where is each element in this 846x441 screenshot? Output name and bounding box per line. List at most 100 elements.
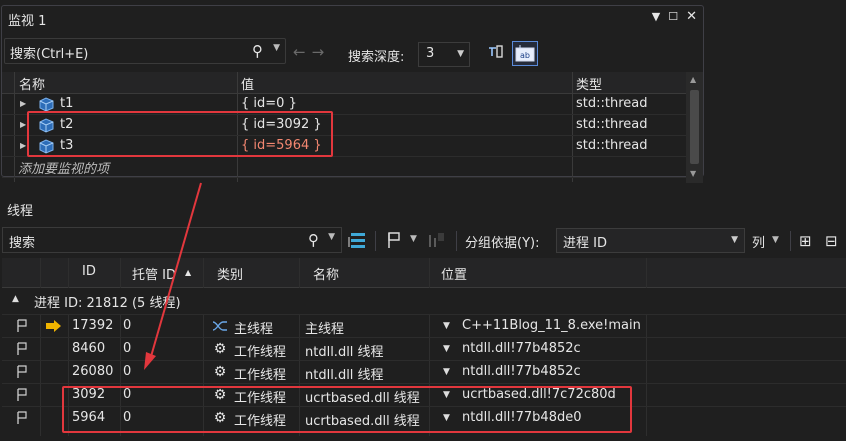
watch-scrollbar[interactable]: ▲ ▼ [686,72,703,183]
flag-options-chevron-icon[interactable]: ▼ [410,234,417,256]
flag-icon[interactable] [14,387,30,403]
thread-location[interactable]: C++11Blog_11_8.exe!main [462,318,641,333]
scroll-up-icon[interactable]: ▲ [690,75,696,84]
location-chevron-icon[interactable]: ▼ [443,367,450,377]
column-header-name[interactable]: 名称 [313,264,339,283]
thread-location[interactable]: ntdll.dll!77b4852c [462,341,581,356]
flag-icon[interactable] [14,318,30,334]
threads-title: 线程 [7,204,34,219]
columns-button[interactable]: 列 [752,232,765,251]
group-by-select[interactable]: 进程 ID ▼ [556,228,745,253]
scrollbar-thumb[interactable] [690,90,699,164]
flag-icon[interactable] [384,229,404,251]
collapse-arrow-icon[interactable]: ▲ [12,294,19,304]
watch-search-box[interactable]: 搜索(Ctrl+E) ⚲ ▼ [4,38,286,64]
search-depth-label: 搜索深度: [348,50,405,65]
expand-groups-icon[interactable]: ⊞ [799,230,812,252]
expand-arrow-icon[interactable]: ▶ [20,141,26,150]
add-watch-placeholder[interactable]: 添加要监视的项 [18,158,109,177]
thread-row[interactable]: 17392 0 主线程 主线程 ▼ C++11Blog_11_8.exe!mai… [2,314,846,337]
thread-name: ntdll.dll 线程 [305,368,384,383]
svg-text:ab: ab [520,51,530,60]
thread-row[interactable]: 3092 0 ⚙ 工作线程 ucrtbased.dll 线程 ▼ ucrtbas… [2,383,846,406]
column-header-managed-id[interactable]: 托管 ID [132,264,176,283]
window-controls: ▼ ☐ ✕ [652,9,697,24]
column-header-id[interactable]: ID [82,264,96,279]
column-header-name[interactable]: 名称 [19,74,45,93]
watch-name: t2 [60,117,74,132]
column-header-value[interactable]: 值 [241,74,254,93]
thread-location[interactable]: ntdll.dll!77b4852c [462,364,581,379]
location-chevron-icon[interactable]: ▼ [443,413,450,423]
main-thread-icon [211,318,229,334]
threads-window: 线程 搜索 ⚲ ▼ ▼ 分组依据(Y): 进程 ID ▼ 列 ▼ ⊞ ⊟ ID … [0,196,846,441]
gear-icon: ⚙ [213,410,227,426]
window-menu-icon[interactable]: ▼ [652,9,660,24]
freeze-thread-icon[interactable] [426,229,446,251]
thread-name: 主线程 [305,322,345,337]
thread-category: 工作线程 [234,391,287,406]
process-group-header[interactable]: ▲ 进程 ID: 21812 (5 线程) [2,288,846,314]
thread-managed-id: 0 [123,318,132,333]
thread-location[interactable]: ucrtbased.dll!7c72c80d [462,387,616,402]
watch-search-input[interactable]: 搜索(Ctrl+E) [10,43,88,62]
watch-row-t1[interactable]: ▶ t1 { id=0 } std::thread [2,94,686,115]
thread-managed-id: 0 [123,387,132,402]
column-header-type[interactable]: 类型 [576,74,602,93]
thread-managed-id: 0 [123,410,132,425]
threads-grid: ID 托管 ID ▲ 类别 名称 位置 ▲ 进程 ID: 21812 (5 线程… [2,258,846,436]
watch-type: std::thread [576,96,648,111]
threads-search-box[interactable]: 搜索 ⚲ ▼ [2,227,342,253]
thread-category: 工作线程 [234,368,287,383]
thread-id: 26080 [72,364,114,379]
collapse-groups-icon[interactable]: ⊟ [825,230,838,252]
flag-icon[interactable] [14,341,30,357]
expand-arrow-icon[interactable]: ▶ [20,99,26,108]
location-chevron-icon[interactable]: ▼ [443,321,450,331]
search-icon[interactable]: ⚲ [252,42,263,60]
search-depth-select[interactable]: 3 ▼ [418,42,470,67]
gear-icon: ⚙ [213,387,227,403]
watch-type: std::thread [576,138,648,153]
scroll-down-icon[interactable]: ▼ [690,169,696,178]
search-icon[interactable]: ⚲ [308,231,319,249]
thread-id: 17392 [72,318,114,333]
threads-search-input[interactable]: 搜索 [9,232,35,251]
location-chevron-icon[interactable]: ▼ [443,390,450,400]
watch-title-bar: 监视 1 ▼ ☐ ✕ [2,6,703,30]
sort-ascending-icon: ▲ [185,268,192,277]
search-options-chevron-icon[interactable]: ▼ [328,232,335,242]
watch-row-t2[interactable]: ▶ t2 { id=3092 } std::thread [2,115,686,136]
group-by-label: 分组依据(Y): [465,236,540,251]
variable-cube-icon [38,139,55,154]
expand-arrow-icon[interactable]: ▶ [20,120,26,129]
watch-add-item-row[interactable]: 添加要监视的项 [2,157,686,178]
columns-chevron-icon[interactable]: ▼ [772,235,779,245]
maximize-icon[interactable]: ☐ [668,9,678,24]
watch-value-changed[interactable]: { id=5964 } [241,138,322,153]
location-chevron-icon[interactable]: ▼ [443,344,450,354]
search-options-chevron-icon[interactable]: ▼ [273,43,280,53]
process-group-label: 进程 ID: 21812 (5 线程) [34,296,181,311]
pin-icon[interactable] [486,42,506,64]
flag-icon[interactable] [14,364,30,380]
thread-id: 8460 [72,341,106,356]
variable-cube-icon [38,118,55,133]
group-by-value: 进程 ID [563,236,607,251]
thread-row[interactable]: 5964 0 ⚙ 工作线程 ucrtbased.dll 线程 ▼ ntdll.d… [2,406,846,429]
watch-value[interactable]: { id=0 } [241,96,297,111]
search-navigation-arrows[interactable]: ←→ [293,43,330,61]
watch-row-t3[interactable]: ▶ t3 { id=5964 } std::thread [2,136,686,157]
hex-display-toggle-icon[interactable]: ab [512,41,538,66]
expand-callstacks-icon[interactable] [348,229,368,251]
watch-value[interactable]: { id=3092 } [241,117,322,132]
column-header-category[interactable]: 类别 [217,264,243,283]
column-header-location[interactable]: 位置 [441,264,467,283]
thread-location[interactable]: ntdll.dll!77b48de0 [462,410,582,425]
thread-name: ntdll.dll 线程 [305,345,384,360]
thread-row[interactable]: 8460 0 ⚙ 工作线程 ntdll.dll 线程 ▼ ntdll.dll!7… [2,337,846,360]
flag-icon[interactable] [14,410,30,426]
thread-row[interactable]: 26080 0 ⚙ 工作线程 ntdll.dll 线程 ▼ ntdll.dll!… [2,360,846,383]
close-icon[interactable]: ✕ [686,9,697,24]
watch-type: std::thread [576,117,648,132]
